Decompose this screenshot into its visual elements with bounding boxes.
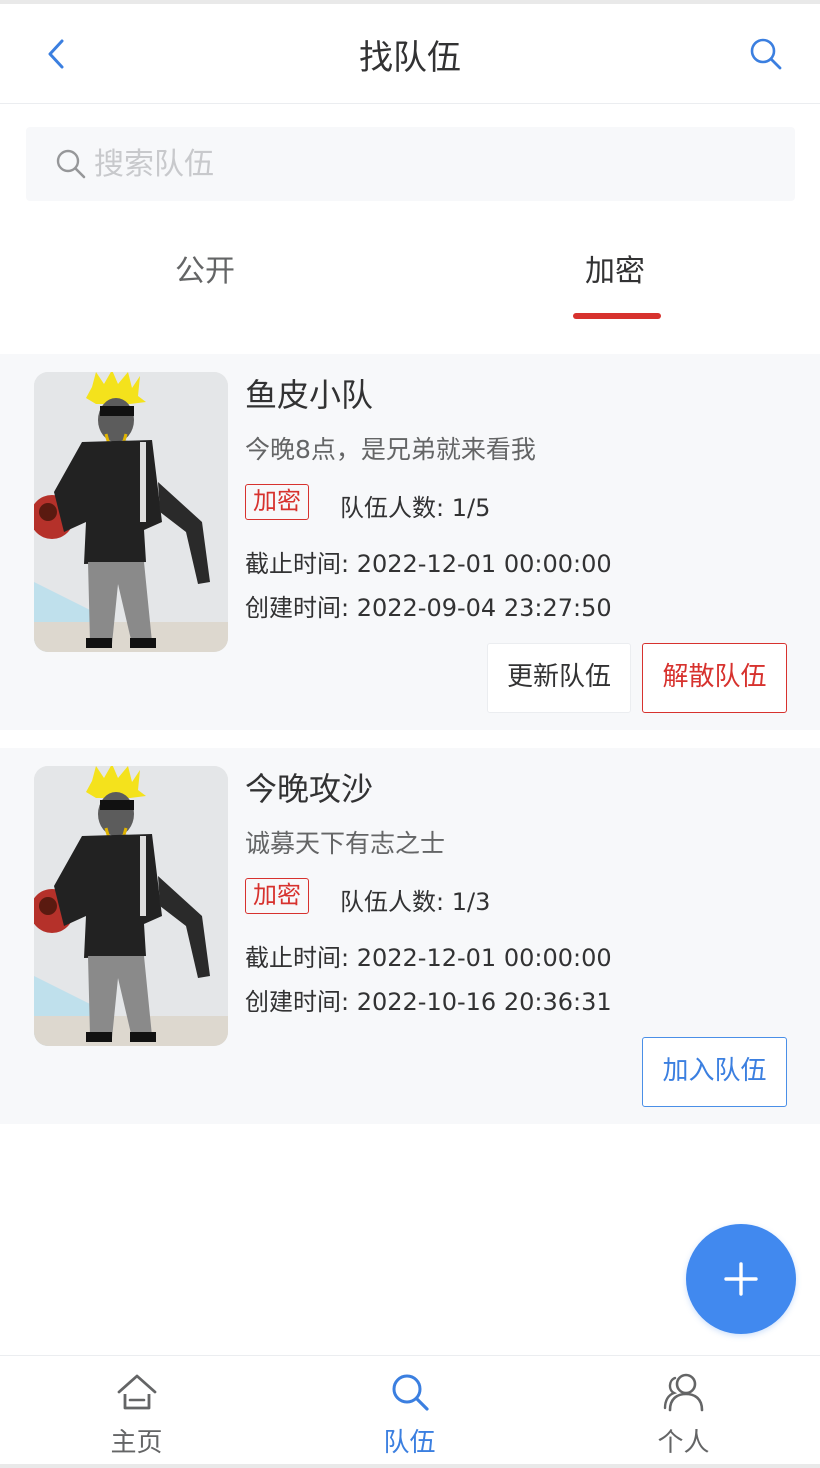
team-description: 今晚8点，是兄弟就来看我 — [245, 435, 536, 464]
status-badge: 加密 — [245, 878, 309, 914]
bottom-border — [0, 1464, 820, 1468]
dissolve-team-button[interactable]: 解散队伍 — [642, 643, 787, 713]
search-input[interactable] — [94, 141, 774, 187]
team-avatar: $ — [34, 766, 228, 1046]
search-button[interactable] — [746, 34, 786, 74]
plus-icon — [724, 1262, 758, 1296]
update-team-button[interactable]: 更新队伍 — [487, 643, 631, 713]
create-time: 创建时间: 2022-09-04 23:27:50 — [245, 594, 612, 622]
team-name: 今晚攻沙 — [245, 770, 374, 808]
team-name: 鱼皮小队 — [245, 376, 374, 414]
search-icon — [56, 149, 86, 179]
bottom-tab-bar: 主页 队伍 个人 — [0, 1355, 820, 1468]
tabbar-label: 队伍 — [383, 1428, 436, 1458]
team-card[interactable]: $ 今晚攻沙 诚募天下有志之士 加密 队伍人数: 1/3 截止时间: 2022-… — [0, 748, 820, 1124]
tabbar-item-profile[interactable]: 个人 — [547, 1356, 820, 1468]
expire-time: 截止时间: 2022-12-01 00:00:00 — [245, 550, 612, 578]
tab-public[interactable]: 公开 — [0, 228, 410, 318]
team-description: 诚募天下有志之士 — [245, 829, 446, 858]
active-tab-indicator — [573, 313, 661, 319]
tabbar-item-home[interactable]: 主页 — [0, 1356, 273, 1468]
tabbar-label: 个人 — [657, 1428, 710, 1458]
tab-bar: 公开 加密 — [0, 228, 820, 328]
member-count: 队伍人数: 1/3 — [340, 888, 491, 916]
create-time: 创建时间: 2022-10-16 20:36:31 — [245, 988, 612, 1016]
status-badge: 加密 — [245, 484, 309, 520]
friends-icon — [663, 1373, 703, 1412]
member-count: 队伍人数: 1/5 — [340, 494, 491, 522]
search-icon — [750, 38, 782, 70]
page-title: 找队伍 — [359, 38, 461, 78]
join-team-button[interactable]: 加入队伍 — [642, 1037, 787, 1107]
team-avatar: $ — [34, 372, 228, 652]
tab-encrypted[interactable]: 加密 — [410, 228, 820, 318]
nav-bar: 找队伍 — [0, 4, 820, 104]
home-icon — [117, 1374, 156, 1410]
tabbar-item-team[interactable]: 队伍 — [273, 1356, 546, 1468]
tabbar-label: 主页 — [110, 1428, 163, 1458]
team-card[interactable]: $ 鱼皮小队 今晚8点，是兄弟就来看我 加密 队伍人数: 1/5 截止时间: 2… — [0, 354, 820, 730]
search-bar — [26, 127, 795, 201]
expire-time: 截止时间: 2022-12-01 00:00:00 — [245, 944, 612, 972]
create-team-button[interactable] — [686, 1224, 796, 1334]
search-icon — [392, 1374, 429, 1411]
